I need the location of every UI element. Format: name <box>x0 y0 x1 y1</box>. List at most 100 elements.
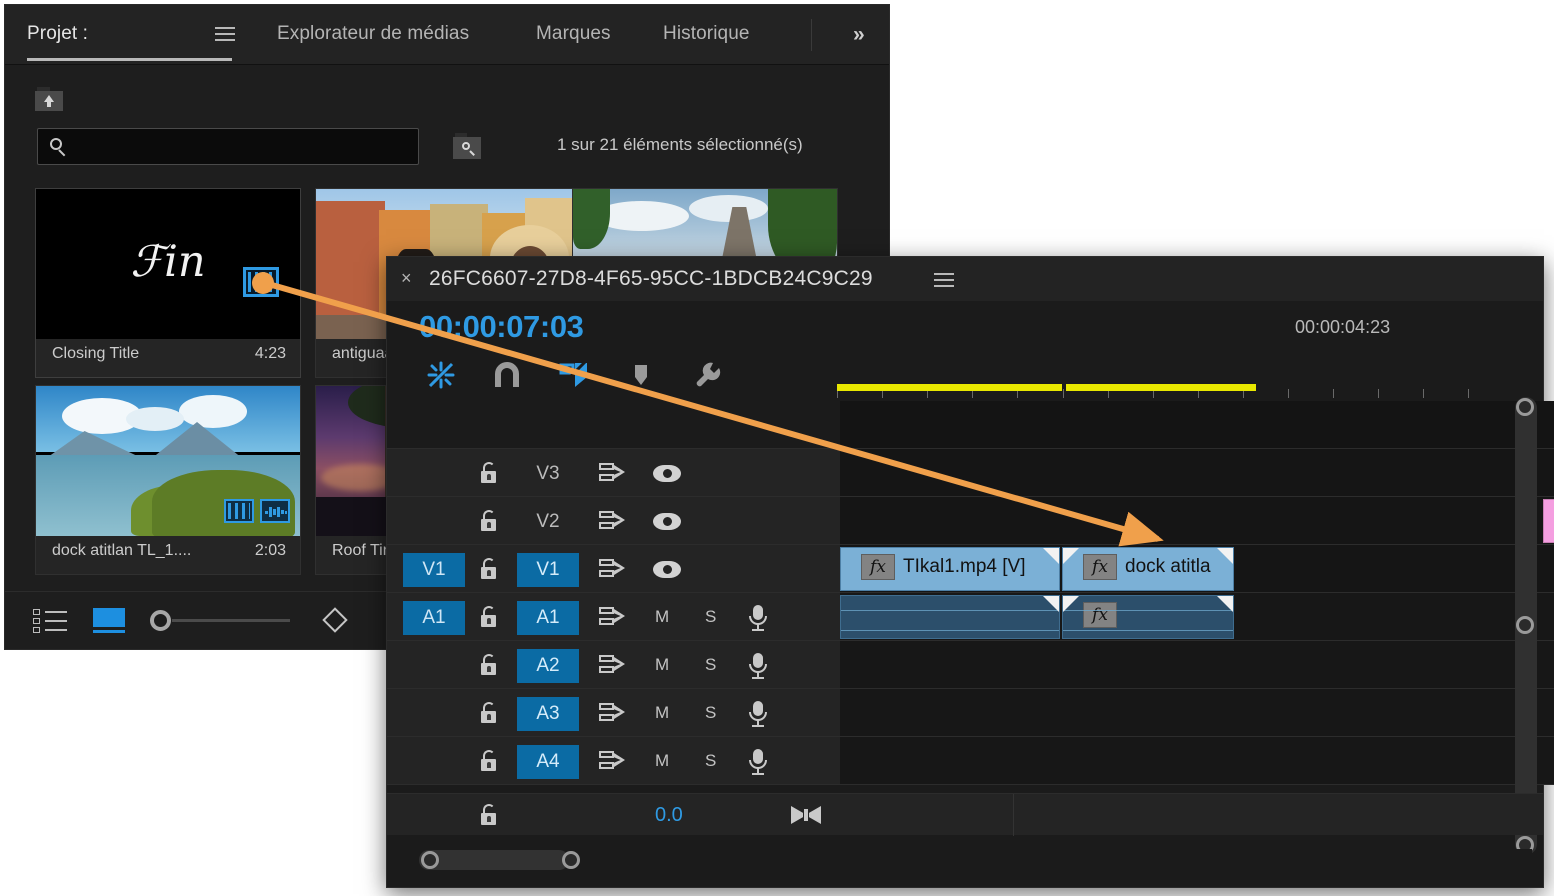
fade-handle-icon[interactable] <box>1043 548 1059 564</box>
lock-icon[interactable] <box>480 510 500 532</box>
search-input[interactable] <box>78 129 408 164</box>
microphone-icon[interactable] <box>749 749 767 775</box>
lock-icon[interactable] <box>480 804 498 826</box>
parent-bin-button[interactable] <box>35 87 67 113</box>
track-name-a3[interactable]: A3 <box>517 697 579 731</box>
track-target-v2[interactable] <box>403 505 465 539</box>
solo-button-a4[interactable]: S <box>705 751 716 771</box>
icon-view-icon[interactable] <box>93 608 125 634</box>
microphone-icon[interactable] <box>749 653 767 679</box>
track-target-a1[interactable]: A1 <box>403 601 465 635</box>
sequence-name-label: 26FC6607-27D8-4F65-95CC-1BDCB24C9C29 <box>429 267 873 290</box>
timeline-panel: × 26FC6607-27D8-4F65-95CC-1BDCB24C9C29 0… <box>386 256 1554 888</box>
clip-dock-atitlan[interactable]: fx dock atitla <box>1062 547 1234 591</box>
folder-up-icon <box>35 87 65 111</box>
track-header-v1[interactable]: V1 V1 <box>387 545 840 593</box>
clip-tikal1[interactable]: fx TIkal1.mp4 [V] <box>840 547 1060 591</box>
eye-icon[interactable] <box>653 561 681 579</box>
clip-audio-tikal1[interactable] <box>840 595 1060 639</box>
work-area-bar-segment-2[interactable] <box>1066 384 1256 391</box>
track-header-v3[interactable]: V3 <box>387 449 840 497</box>
lane-a3[interactable] <box>840 689 1554 737</box>
mute-button-a3[interactable]: M <box>655 703 669 723</box>
work-area-bar-segment-1[interactable] <box>837 384 1062 391</box>
lock-icon[interactable] <box>480 462 500 484</box>
clip-closing-title[interactable]: fx Clo <box>1543 499 1554 543</box>
eye-icon[interactable] <box>653 465 681 483</box>
list-view-icon[interactable] <box>33 609 67 633</box>
solo-button-a2[interactable]: S <box>705 655 716 675</box>
headphones-icon[interactable] <box>791 806 821 824</box>
playhead-timecode[interactable]: 00:00:07:03 <box>419 309 584 345</box>
tab-overflow-chevron-icon[interactable]: » <box>853 23 865 47</box>
snap-markers-icon[interactable] <box>423 357 459 393</box>
clip-audio-dock-atitlan[interactable]: fx <box>1062 595 1234 639</box>
solo-button-a1[interactable]: S <box>705 607 716 627</box>
panel-menu-icon[interactable] <box>215 27 235 43</box>
magnet-snap-icon[interactable] <box>489 357 525 393</box>
lock-icon[interactable] <box>480 702 500 724</box>
track-header-a2[interactable]: A2 M S <box>387 641 840 689</box>
lane-v2[interactable]: fx Clo <box>840 497 1554 545</box>
track-target-v3[interactable] <box>403 457 465 491</box>
track-name-v1[interactable]: V1 <box>517 553 579 587</box>
video-tracks-scrollbar[interactable] <box>1515 397 1537 647</box>
sort-icon[interactable] <box>322 607 349 634</box>
timeline-horizontal-scrollbar[interactable] <box>397 849 1532 871</box>
clip-label: TIkal1.mp4 [V] <box>903 556 1026 577</box>
solo-button-a3[interactable]: S <box>705 703 716 723</box>
track-target-v1[interactable]: V1 <box>403 553 465 587</box>
lane-a1[interactable]: fx <box>840 593 1554 641</box>
track-name-a4[interactable]: A4 <box>517 745 579 779</box>
linked-selection-icon[interactable] <box>555 357 591 393</box>
track-name-a1[interactable]: A1 <box>517 601 579 635</box>
track-header-a4[interactable]: A4 M S <box>387 737 840 785</box>
lock-icon[interactable] <box>480 750 500 772</box>
eye-icon[interactable] <box>653 513 681 531</box>
zoom-slider[interactable] <box>150 610 290 632</box>
track-target-a4[interactable] <box>403 745 465 779</box>
tab-history[interactable]: Historique <box>663 23 750 45</box>
lock-icon[interactable] <box>480 606 500 628</box>
track-header-a3[interactable]: A3 M S <box>387 689 840 737</box>
microphone-icon[interactable] <box>749 701 767 727</box>
fade-handle-icon[interactable] <box>1217 548 1233 564</box>
lane-a4[interactable] <box>840 737 1554 785</box>
find-button[interactable] <box>453 133 483 161</box>
track-name-v3[interactable]: V3 <box>517 457 579 491</box>
microphone-icon[interactable] <box>749 605 767 631</box>
search-box[interactable] <box>37 128 419 165</box>
track-header-v2[interactable]: V2 <box>387 497 840 545</box>
bin-item-dock-atitlan[interactable]: dock atitlan TL_1.... 2:03 <box>35 385 301 575</box>
close-icon[interactable]: × <box>401 269 412 287</box>
sync-lock-icon[interactable] <box>599 463 625 483</box>
track-header-a1[interactable]: A1 A1 M S <box>387 593 840 641</box>
timeline-panel-menu-icon[interactable] <box>934 273 954 289</box>
tab-projet[interactable]: Projet : <box>27 23 88 45</box>
master-level-value[interactable]: 0.0 <box>655 804 683 827</box>
lock-icon[interactable] <box>480 654 500 676</box>
sync-lock-icon[interactable] <box>599 703 625 723</box>
sync-lock-icon[interactable] <box>599 511 625 531</box>
mute-button-a1[interactable]: M <box>655 607 669 627</box>
fade-handle-icon[interactable] <box>1063 548 1079 564</box>
lock-icon[interactable] <box>480 558 500 580</box>
thumbnail-fin-title: ℱin <box>36 189 300 339</box>
tab-media-browser[interactable]: Explorateur de médias <box>277 23 469 45</box>
lane-v1[interactable]: fx TIkal1.mp4 [V] fx dock atitla <box>840 545 1554 593</box>
tab-markers[interactable]: Marques <box>536 23 611 45</box>
mute-button-a2[interactable]: M <box>655 655 669 675</box>
sync-lock-icon[interactable] <box>599 559 625 579</box>
track-name-v2[interactable]: V2 <box>517 505 579 539</box>
timeline-settings-wrench-icon[interactable] <box>689 357 725 393</box>
sync-lock-icon[interactable] <box>599 655 625 675</box>
lane-v3[interactable] <box>840 449 1554 497</box>
sync-lock-icon[interactable] <box>599 607 625 627</box>
sync-lock-icon[interactable] <box>599 751 625 771</box>
lane-a2[interactable] <box>840 641 1554 689</box>
marker-icon[interactable] <box>623 357 659 393</box>
track-name-a2[interactable]: A2 <box>517 649 579 683</box>
track-target-a3[interactable] <box>403 697 465 731</box>
mute-button-a4[interactable]: M <box>655 751 669 771</box>
track-target-a2[interactable] <box>403 649 465 683</box>
